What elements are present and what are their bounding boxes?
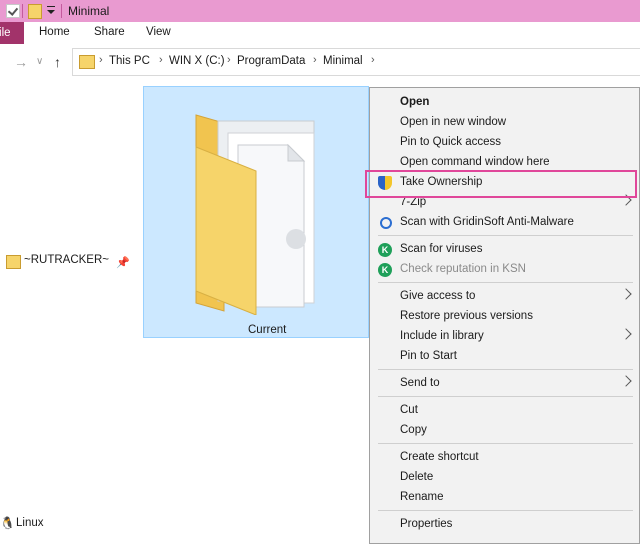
menu-item-check-reputation[interactable]: K Check reputation in KSN (370, 260, 639, 280)
customize-toolbar-icon[interactable] (46, 5, 56, 17)
recent-locations-icon[interactable]: ∨ (36, 56, 43, 67)
file-item-label: Current (248, 324, 287, 336)
menu-item-pin-start[interactable]: Pin to Start (370, 347, 639, 367)
menu-item-give-access[interactable]: Give access to (370, 287, 639, 307)
breadcrumb-programdata[interactable]: ProgramData (237, 55, 305, 67)
tab-file-label: File (0, 27, 11, 39)
submenu-arrow-icon (620, 328, 632, 340)
menu-separator (378, 510, 633, 511)
kaspersky-icon: K (378, 243, 392, 257)
new-folder-icon[interactable] (28, 4, 42, 19)
gridinsoft-icon (380, 217, 392, 229)
chevron-right-icon[interactable]: › (99, 54, 103, 66)
pin-icon: 📌 (116, 257, 130, 269)
menu-separator (378, 282, 633, 283)
menu-item-include-library[interactable]: Include in library (370, 327, 639, 347)
ribbon-tabs: File Home Share View (0, 22, 640, 44)
file-item-current[interactable]: Current (143, 86, 369, 338)
window-title: Minimal (68, 4, 110, 18)
nav-item-label: Linux (16, 517, 44, 529)
menu-item-open-new-window[interactable]: Open in new window (370, 113, 639, 133)
tab-share[interactable]: Share (94, 26, 125, 38)
forward-arrow-icon[interactable]: → (14, 54, 28, 70)
menu-item-label: Pin to Start (400, 350, 457, 362)
tab-file[interactable]: File (0, 22, 24, 44)
menu-item-cut[interactable]: Cut (370, 401, 639, 421)
menu-item-properties[interactable]: Properties (370, 515, 639, 535)
breadcrumb-minimal[interactable]: Minimal (323, 55, 363, 67)
menu-item-rename[interactable]: Rename (370, 488, 639, 508)
menu-item-open[interactable]: Open (370, 93, 639, 113)
linux-tux-icon: 🐧 (0, 516, 15, 530)
menu-item-label: Create shortcut (400, 451, 479, 463)
properties-quick-access-icon[interactable] (6, 4, 20, 18)
menu-item-label: Copy (400, 424, 427, 436)
menu-separator (378, 369, 633, 370)
folder-icon (6, 255, 21, 269)
menu-item-delete[interactable]: Delete (370, 468, 639, 488)
menu-item-label: Open (400, 96, 430, 108)
title-bar: Minimal (0, 0, 640, 22)
menu-item-scan-gridinsoft[interactable]: Scan with GridinSoft Anti-Malware (370, 213, 639, 233)
submenu-arrow-icon (620, 375, 632, 387)
context-menu: Open Open in new window Pin to Quick acc… (369, 87, 640, 544)
chevron-right-icon[interactable]: › (227, 54, 231, 66)
title-separator (22, 4, 23, 18)
kaspersky-icon: K (378, 263, 392, 277)
address-bar[interactable]: › This PC › WIN X (C:) › ProgramData › M… (72, 48, 640, 76)
menu-item-label: Give access to (400, 290, 476, 302)
menu-item-label: Properties (400, 518, 453, 530)
menu-item-label: Scan for viruses (400, 243, 483, 255)
menu-item-label: Pin to Quick access (400, 136, 501, 148)
menu-item-create-shortcut[interactable]: Create shortcut (370, 448, 639, 468)
menu-item-send-to[interactable]: Send to (370, 374, 639, 394)
nav-item-label: ~RUTRACKER~ (24, 254, 109, 266)
menu-item-label: Cut (400, 404, 418, 416)
menu-item-label: Scan with GridinSoft Anti-Malware (400, 216, 574, 228)
breadcrumb-drive[interactable]: WIN X (C:) (169, 55, 225, 67)
tab-home[interactable]: Home (39, 26, 70, 38)
up-arrow-icon[interactable]: ↑ (54, 54, 61, 70)
breadcrumb-this-pc[interactable]: This PC (109, 55, 150, 67)
menu-item-label: Check reputation in KSN (400, 263, 526, 275)
submenu-arrow-icon (620, 288, 632, 300)
menu-separator (378, 235, 633, 236)
navigation-bar: → ∨ ↑ › This PC › WIN X (C:) › ProgramDa… (0, 44, 640, 78)
chevron-right-icon[interactable]: › (159, 54, 163, 66)
menu-separator (378, 443, 633, 444)
menu-item-label: Send to (400, 377, 440, 389)
menu-item-label: Delete (400, 471, 434, 483)
menu-item-scan-viruses[interactable]: K Scan for viruses (370, 240, 639, 260)
large-folder-icon (195, 114, 315, 315)
menu-item-label: Include in library (400, 330, 484, 342)
chevron-right-icon[interactable]: › (371, 54, 375, 66)
menu-item-label: Rename (400, 491, 444, 503)
chevron-right-icon[interactable]: › (313, 54, 317, 66)
menu-item-copy[interactable]: Copy (370, 421, 639, 441)
folder-icon (79, 55, 95, 69)
title-separator (61, 4, 62, 18)
menu-separator (378, 396, 633, 397)
menu-item-restore-versions[interactable]: Restore previous versions (370, 307, 639, 327)
menu-item-label: Restore previous versions (400, 310, 533, 322)
tab-view[interactable]: View (146, 26, 171, 38)
highlight-box (365, 170, 637, 198)
menu-item-label: Open command window here (400, 156, 550, 168)
menu-item-label: Open in new window (400, 116, 507, 128)
menu-item-pin-quick-access[interactable]: Pin to Quick access (370, 133, 639, 153)
